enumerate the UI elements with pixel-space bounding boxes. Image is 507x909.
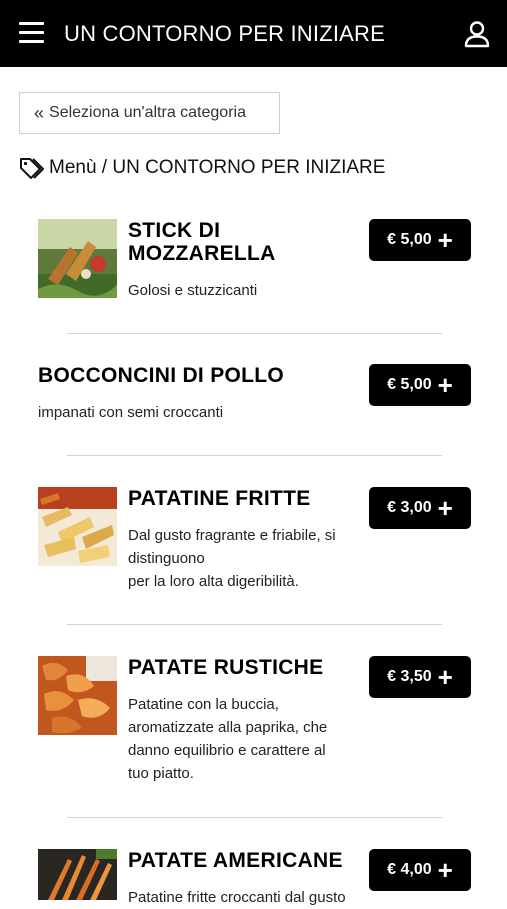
select-other-category-button[interactable]: « Seleziona un'altra categoria [19,92,280,134]
item-image [38,219,117,298]
plus-icon: + [437,855,453,885]
add-to-cart-button[interactable]: € 3,50 + [369,656,471,698]
item-title: PATATINE FRITTE [128,487,311,510]
price-label: € 3,50 [387,668,432,685]
divider [67,455,442,456]
item-description: Patatine fritte croccanti dal gusto [128,889,346,906]
price-label: € 4,00 [387,861,432,878]
tag-icon [20,158,44,179]
price-label: € 5,00 [387,376,432,393]
plus-icon: + [437,493,453,523]
divider [67,817,442,818]
back-button-label: Seleziona un'altra categoria [49,104,246,121]
breadcrumb-text: Menù / UN CONTORNO PER INIZIARE [49,157,386,178]
plus-icon: + [437,225,453,255]
page-title: UN CONTORNO PER INIZIARE [64,21,385,46]
double-chevron-left-icon: « [34,103,45,123]
item-image [38,849,117,900]
add-to-cart-button[interactable]: € 4,00 + [369,849,471,891]
price-label: € 3,00 [387,499,432,516]
item-description: Patatine con la buccia, aromatizzate all… [128,696,328,782]
top-bar: UN CONTORNO PER INIZIARE [0,0,507,67]
item-title: STICK DI MOZZARELLA [128,219,276,265]
divider [67,624,442,625]
plus-icon: + [437,662,453,692]
divider [67,333,442,334]
item-description: Dal gusto fragrante e friabile, si disti… [128,527,336,590]
breadcrumb: Menù / UN CONTORNO PER INIZIARE [19,156,385,180]
plus-icon: + [437,370,453,400]
item-title: PATATE RUSTICHE [128,656,324,679]
item-image [38,656,117,735]
add-to-cart-button[interactable]: € 5,00 + [369,219,471,261]
user-icon[interactable] [463,20,491,48]
add-to-cart-button[interactable]: € 3,00 + [369,487,471,529]
item-description: impanati con semi croccanti [38,404,224,421]
price-label: € 5,00 [387,231,432,248]
item-title: BOCCONCINI DI POLLO [38,364,285,387]
item-title: PATATE AMERICANE [128,849,343,872]
hamburger-menu-icon[interactable] [19,22,44,44]
item-description: Golosi e stuzzicanti [128,282,258,299]
item-image [38,487,117,566]
add-to-cart-button[interactable]: € 5,00 + [369,364,471,406]
